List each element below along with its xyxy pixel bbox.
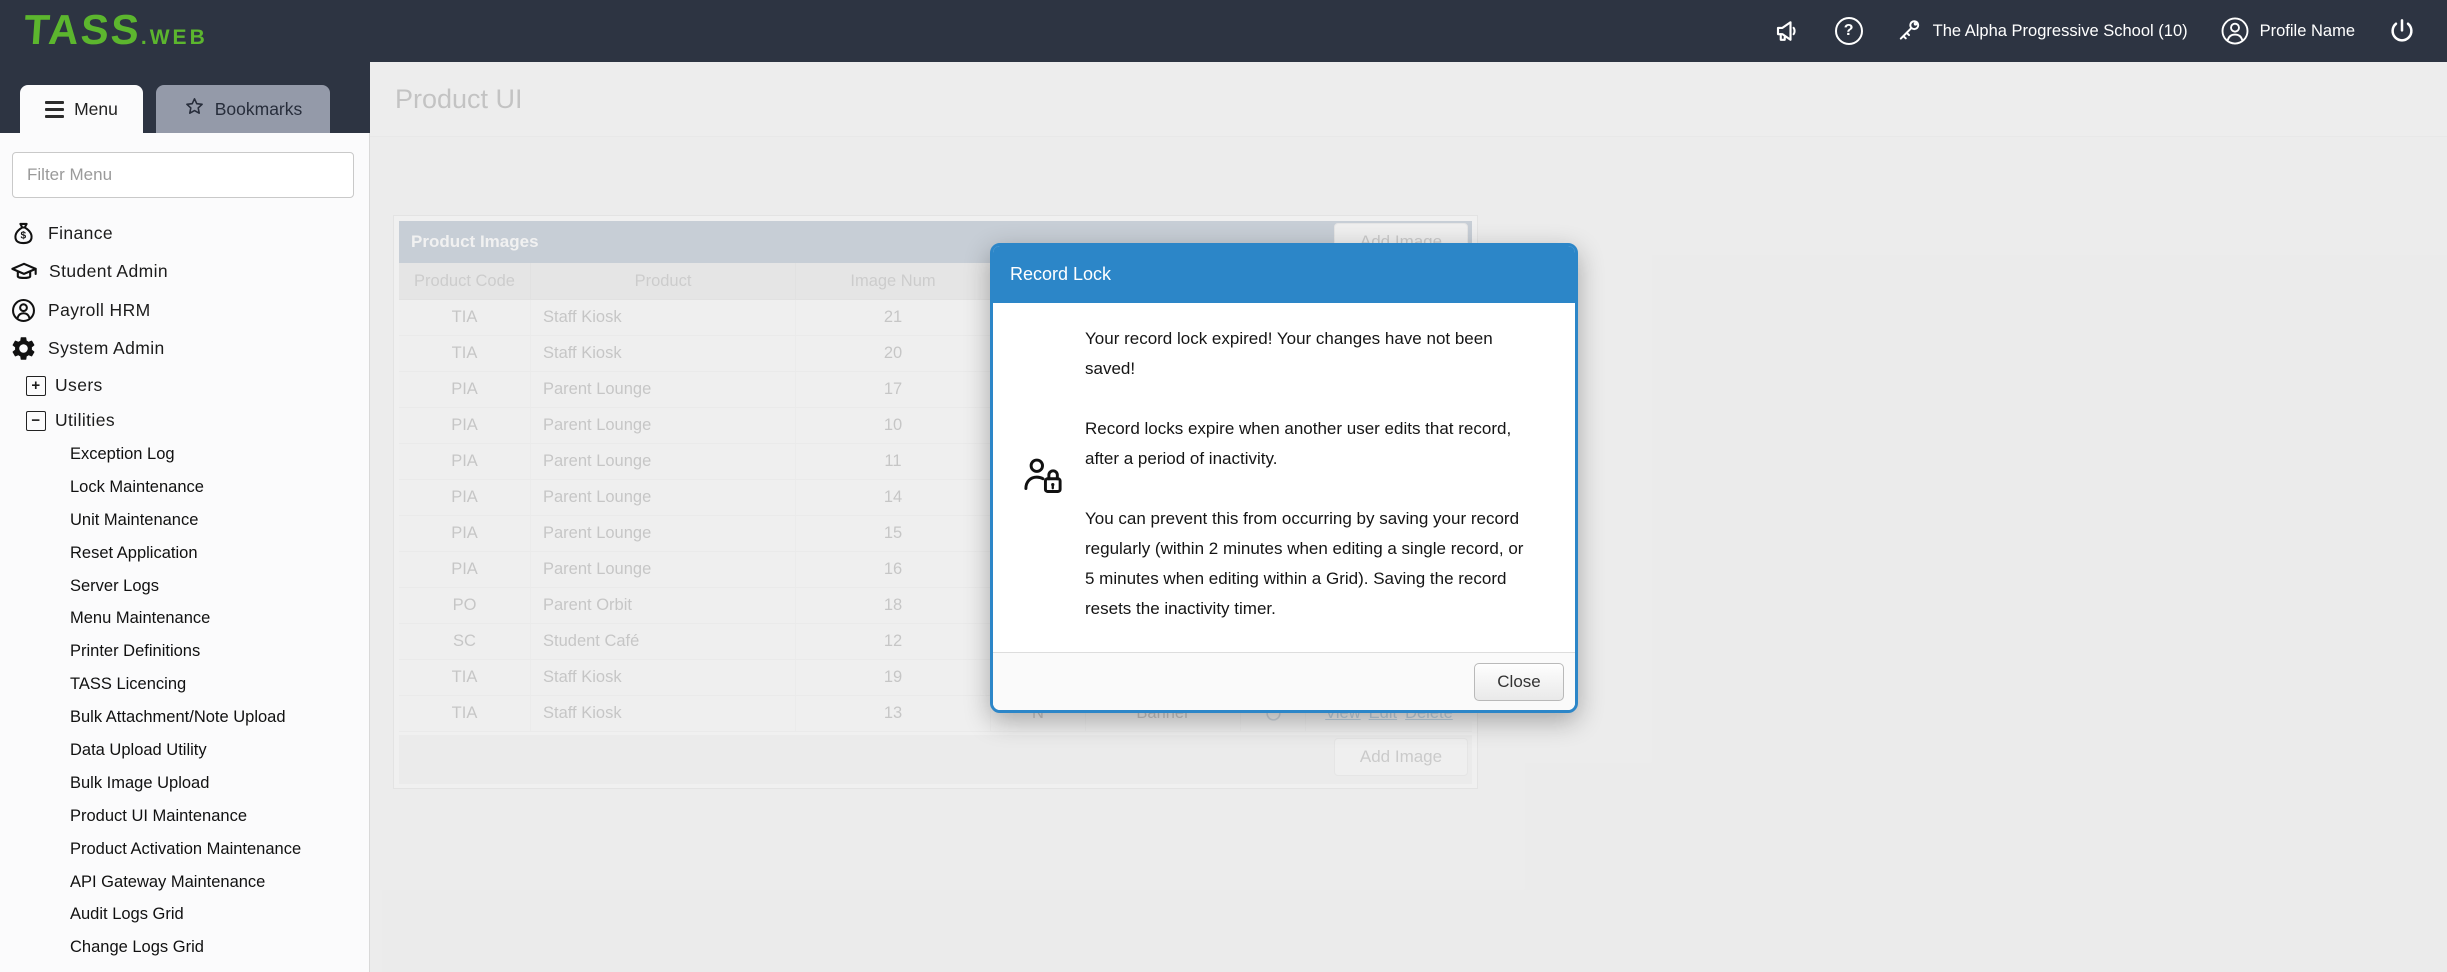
expand-plus-icon[interactable]: +	[26, 376, 46, 396]
sidebar-item-product-activation-maintenance[interactable]: Product Activation Maintenance	[0, 833, 370, 866]
sidebar-item-label: System Admin	[48, 338, 165, 359]
key-icon	[1895, 17, 1923, 45]
sidebar-item-tass-licencing[interactable]: TASS Licencing	[0, 668, 370, 701]
record-lock-dialog: Record Lock Your record lock expired! Yo…	[990, 243, 1578, 713]
sidebar-item-product-ui-maintenance[interactable]: Product UI Maintenance	[0, 800, 370, 833]
profile-name: Profile Name	[2260, 22, 2355, 41]
collapse-minus-icon[interactable]: −	[26, 411, 46, 431]
school-selector[interactable]: The Alpha Progressive School (10)	[1895, 17, 2188, 45]
sidebar-item-printer-definitions[interactable]: Printer Definitions	[0, 635, 370, 668]
tab-bookmarks[interactable]: Bookmarks	[156, 85, 330, 133]
sidebar-item-data-upload-utility[interactable]: Data Upload Utility	[0, 734, 370, 767]
dialog-paragraph: Your record lock expired! Your changes h…	[1085, 324, 1535, 384]
tab-menu-label: Menu	[74, 99, 118, 120]
dialog-body: Your record lock expired! Your changes h…	[993, 303, 1575, 652]
announcements-megaphone-icon[interactable]	[1773, 16, 1803, 46]
sidebar-tab-strip: Menu Bookmarks	[0, 62, 370, 133]
sidebar-item-bulk-image-upload[interactable]: Bulk Image Upload	[0, 767, 370, 800]
sidebar-item-exception-log[interactable]: Exception Log	[0, 438, 370, 471]
sidebar-item-label: Payroll HRM	[48, 300, 151, 321]
topbar-actions: ? The Alpha Progressive School (10) Prof…	[1773, 0, 2447, 62]
hamburger-icon	[45, 101, 64, 118]
sidebar-item-system-admin[interactable]: System Admin	[0, 330, 370, 369]
sidebar-item-label: Student Admin	[49, 261, 168, 282]
school-name: The Alpha Progressive School (10)	[1933, 22, 2188, 41]
sidebar-item-label: Users	[55, 375, 103, 396]
menu-tree: $ Finance Student Admin Payroll HRM Syst…	[0, 214, 370, 964]
dialog-paragraph: You can prevent this from occurring by s…	[1085, 504, 1535, 624]
sidebar-item-student-admin[interactable]: Student Admin	[0, 253, 370, 292]
sidebar-item-finance[interactable]: $ Finance	[0, 214, 370, 253]
sidebar-item-lock-maintenance[interactable]: Lock Maintenance	[0, 471, 370, 504]
sidebar: Menu Bookmarks $ Finance Student Adm	[0, 62, 370, 972]
sidebar-item-payroll-hrm[interactable]: Payroll HRM	[0, 291, 370, 330]
sidebar-item-label: Finance	[48, 223, 113, 244]
dialog-title: Record Lock	[993, 246, 1575, 303]
logout-power-icon[interactable]	[2387, 16, 2417, 46]
sidebar-item-users[interactable]: + Users	[0, 368, 370, 403]
dialog-paragraph: Record locks expire when another user ed…	[1085, 414, 1535, 474]
top-bar: TASS.WEB ? The Alpha Progressive School …	[0, 0, 2447, 62]
help-icon[interactable]: ?	[1835, 17, 1863, 45]
dialog-footer: Close	[993, 652, 1575, 710]
tass-web-logo[interactable]: TASS.WEB	[24, 6, 208, 54]
sidebar-item-server-logs[interactable]: Server Logs	[0, 570, 370, 603]
money-bag-icon: $	[10, 220, 37, 247]
sidebar-item-api-gateway-maintenance[interactable]: API Gateway Maintenance	[0, 866, 370, 899]
graduation-cap-icon	[10, 258, 38, 286]
sidebar-item-bulk-attachment-note-upload[interactable]: Bulk Attachment/Note Upload	[0, 701, 370, 734]
sidebar-item-utilities[interactable]: − Utilities	[0, 403, 370, 438]
record-lock-icon	[1021, 455, 1065, 502]
tab-menu[interactable]: Menu	[20, 85, 143, 133]
sidebar-item-reset-application[interactable]: Reset Application	[0, 537, 370, 570]
dialog-message: Your record lock expired! Your changes h…	[993, 303, 1575, 624]
sidebar-item-audit-logs-grid[interactable]: Audit Logs Grid	[0, 898, 370, 931]
star-icon	[184, 96, 205, 122]
svg-text:$: $	[20, 230, 26, 241]
gear-icon	[10, 335, 37, 362]
profile-avatar-icon	[2220, 16, 2250, 46]
close-button[interactable]: Close	[1474, 663, 1564, 701]
tab-bookmarks-label: Bookmarks	[215, 99, 303, 120]
person-circle-icon	[10, 297, 37, 324]
sidebar-item-menu-maintenance[interactable]: Menu Maintenance	[0, 602, 370, 635]
filter-menu-input[interactable]	[12, 152, 354, 198]
sidebar-item-change-logs-grid[interactable]: Change Logs Grid	[0, 931, 370, 964]
sidebar-item-unit-maintenance[interactable]: Unit Maintenance	[0, 504, 370, 537]
profile-menu[interactable]: Profile Name	[2220, 16, 2355, 46]
sidebar-item-label: Utilities	[55, 410, 115, 431]
